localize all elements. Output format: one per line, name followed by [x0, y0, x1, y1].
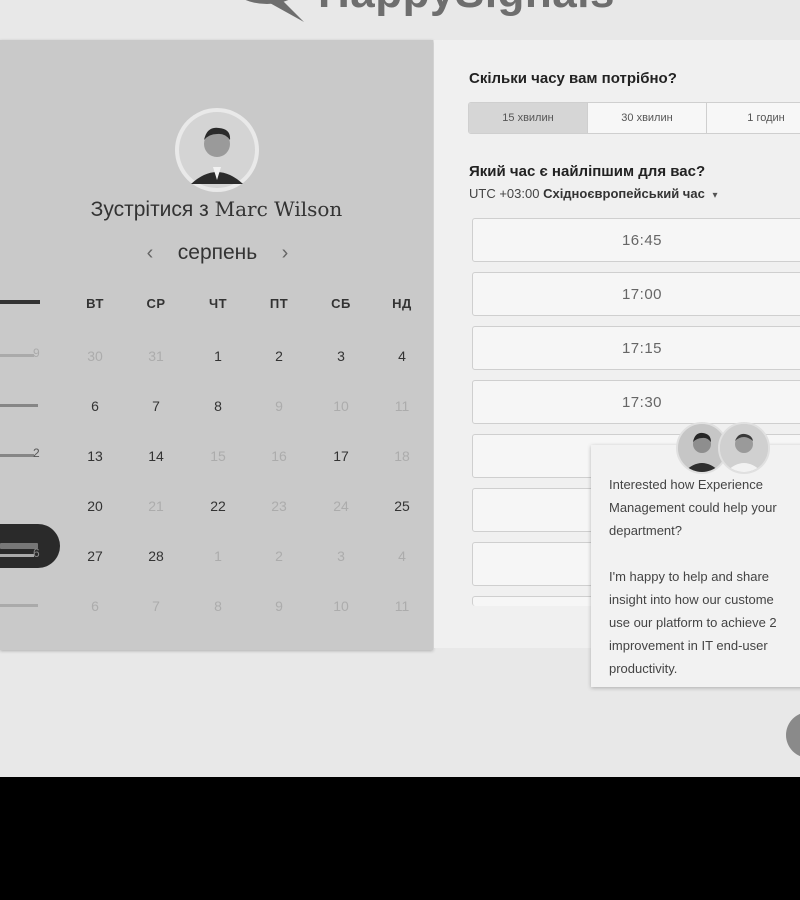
booking-page: HappySignals Зустрітися з Marc Wilson ‹ …: [0, 0, 800, 777]
calendar-day[interactable]: 7: [136, 391, 176, 421]
weekday-fri: ПТ: [269, 296, 289, 311]
calendar-day[interactable]: 6: [75, 391, 115, 421]
calendar-day[interactable]: 22: [198, 491, 238, 521]
brand-name: HappySignals: [318, 0, 615, 15]
calendar-day: 10: [333, 598, 349, 614]
weekday-thu: ЧТ: [208, 296, 228, 311]
current-month: серпень: [177, 241, 258, 264]
meeting-title: Зустрітися з Marc Wilson: [0, 197, 433, 222]
monday-cell-cropped[interactable]: [0, 404, 38, 407]
chat-popup[interactable]: Interested how Experience Management cou…: [591, 445, 800, 687]
duration-heading: Скільки часу вам потрібно?: [469, 70, 677, 87]
calendar-day: 10: [333, 398, 349, 414]
monday-cell-cropped[interactable]: [0, 554, 34, 557]
timezone-dropdown[interactable]: UTC +03:00 Східноєвропейський час ▾: [469, 186, 717, 201]
calendar-day[interactable]: 20: [75, 491, 115, 521]
meeting-title-prefix: Зустрітися з: [90, 198, 209, 221]
monday-cell-cropped[interactable]: [0, 454, 34, 457]
duration-option-30[interactable]: 30 хвилин: [588, 103, 707, 133]
host-avatar: [175, 108, 259, 192]
calendar-day: 8: [214, 598, 222, 614]
calendar-day[interactable]: 17: [321, 441, 361, 471]
calendar-day[interactable]: 14: [136, 441, 176, 471]
monday-cell-partial-digit: 6: [33, 546, 40, 560]
happysignals-logo: HappySignals: [230, 0, 615, 24]
chat-message: Interested how Experience Management cou…: [609, 477, 777, 676]
month-navigator: ‹ серпень ›: [140, 238, 295, 268]
time-heading: Який час є найліпшим для вас?: [469, 163, 706, 180]
calendar-day: 30: [87, 348, 103, 364]
timezone-offset: UTC +03:00: [469, 186, 540, 201]
calendar-day[interactable]: 1: [198, 341, 238, 371]
calendar-day[interactable]: 28: [136, 541, 176, 571]
calendar-day: 9: [275, 398, 283, 414]
calendar-day: 7: [152, 598, 160, 614]
weekday-tue: ВТ: [86, 296, 104, 311]
chat-agent-avatar: [718, 422, 770, 474]
calendar-day[interactable]: 4: [382, 341, 422, 371]
calendar-day: 6: [91, 598, 99, 614]
weekday-sun: НД: [392, 296, 412, 311]
time-slot[interactable]: 17:30: [472, 380, 800, 424]
calendar-day: 31: [148, 348, 164, 364]
calendar-day: 24: [333, 498, 349, 514]
calendar-day: 18: [394, 448, 410, 464]
prev-month-button[interactable]: ‹: [140, 242, 160, 265]
duration-option-15[interactable]: 15 хвилин: [469, 103, 588, 133]
person-avatar-icon: [720, 424, 768, 472]
duration-option-60[interactable]: 1 годин: [707, 103, 800, 133]
next-month-button[interactable]: ›: [275, 242, 295, 265]
monday-cell-partial-digit: 9: [33, 346, 40, 360]
calendar-day: 16: [271, 448, 287, 464]
time-slot[interactable]: 17:15: [472, 326, 800, 370]
calendar-day: 4: [398, 548, 406, 564]
calendar-day: 1: [214, 548, 222, 564]
calendar-day: 3: [337, 548, 345, 564]
calendar-grid: ВТ СР ЧТ ПТ СБ НД 9 2 6 30 31 1 2 3 4 6: [0, 296, 433, 656]
time-slot[interactable]: 17:00: [472, 272, 800, 316]
chevron-down-icon: ▾: [712, 190, 718, 201]
person-avatar-icon: [179, 112, 255, 188]
calendar-day[interactable]: 27: [75, 541, 115, 571]
calendar-day[interactable]: 8: [198, 391, 238, 421]
weekday-sat: СБ: [331, 296, 351, 311]
host-name: Marc Wilson: [214, 197, 343, 221]
selected-day[interactable]: [0, 524, 60, 568]
calendar-day[interactable]: 25: [382, 491, 422, 521]
calendar-day: 2: [275, 548, 283, 564]
calendar-day[interactable]: 13: [75, 441, 115, 471]
calendar-day: 9: [275, 598, 283, 614]
time-slot[interactable]: 16:45: [472, 218, 800, 262]
chat-launcher-button[interactable]: [786, 712, 800, 758]
duration-selector: 15 хвилин 30 хвилин 1 годин: [468, 102, 800, 134]
calendar-day: 15: [210, 448, 226, 464]
calendar-day: 23: [271, 498, 287, 514]
weekday-wed: СР: [146, 296, 166, 311]
calendar-day[interactable]: 2: [259, 341, 299, 371]
timezone-name: Східноєвропейський час: [543, 186, 705, 201]
monday-cell-cropped: [0, 354, 34, 357]
calendar-day: 11: [394, 398, 410, 414]
calendar-day: 21: [148, 498, 164, 514]
weekday-monday-cropped: [0, 300, 40, 304]
calendar-day: 11: [394, 598, 410, 614]
monday-cell-cropped: [0, 604, 38, 607]
calendar-panel: Зустрітися з Marc Wilson ‹ серпень › ВТ …: [0, 40, 433, 650]
monday-cell-partial-digit: 2: [33, 446, 40, 460]
calendar-day[interactable]: 3: [321, 341, 361, 371]
chat-bubble-logo-icon: [230, 0, 304, 24]
